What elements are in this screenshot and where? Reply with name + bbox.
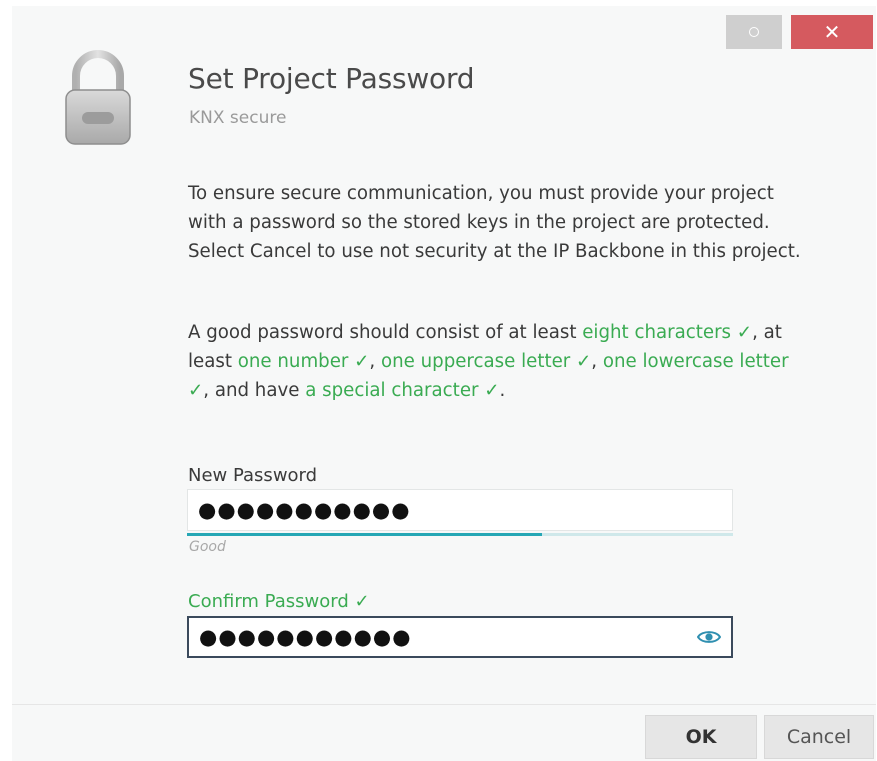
set-password-dialog: ✕ Set Project Password KNX secure To ens… <box>12 6 876 761</box>
password-strength-fill <box>187 533 542 536</box>
dialog-title: Set Project Password <box>188 62 475 95</box>
rule-special-character: a special character ✓ <box>305 380 500 401</box>
confirm-password-field[interactable]: ●●●●●●●●●●● <box>187 616 733 658</box>
new-password-field[interactable]: ●●●●●●●●●●● <box>187 489 733 531</box>
close-icon: ✕ <box>823 20 841 44</box>
close-button[interactable]: ✕ <box>791 15 873 49</box>
confirm-password-label: Confirm Password ✓ <box>188 591 370 612</box>
rules-text-part: , and have <box>203 380 306 401</box>
new-password-value: ●●●●●●●●●●● <box>198 498 411 522</box>
password-strength-meter <box>187 533 733 536</box>
rule-uppercase-letter: one uppercase letter ✓ <box>381 351 592 372</box>
eye-icon[interactable] <box>697 629 721 645</box>
rule-eight-characters: eight characters ✓ <box>582 322 753 343</box>
rules-text-part: , <box>369 351 381 372</box>
rules-text-part: A good password should consist of at lea… <box>188 322 583 343</box>
cancel-button[interactable]: Cancel <box>764 715 874 759</box>
rules-text-part: . <box>499 380 506 401</box>
restore-button[interactable] <box>726 15 782 49</box>
confirm-password-value: ●●●●●●●●●●● <box>199 625 412 649</box>
rules-text-part: , <box>591 351 603 372</box>
lock-icon <box>65 50 131 145</box>
circle-icon <box>749 27 759 37</box>
intro-text: To ensure secure communication, you must… <box>188 183 801 262</box>
ok-button[interactable]: OK <box>645 715 757 759</box>
new-password-label: New Password <box>188 465 318 486</box>
dialog-subtitle: KNX secure <box>189 108 287 128</box>
rule-one-number: one number ✓ <box>237 351 370 372</box>
password-strength-text: Good <box>189 539 226 555</box>
password-rules-text: A good password should consist of at lea… <box>188 318 808 405</box>
